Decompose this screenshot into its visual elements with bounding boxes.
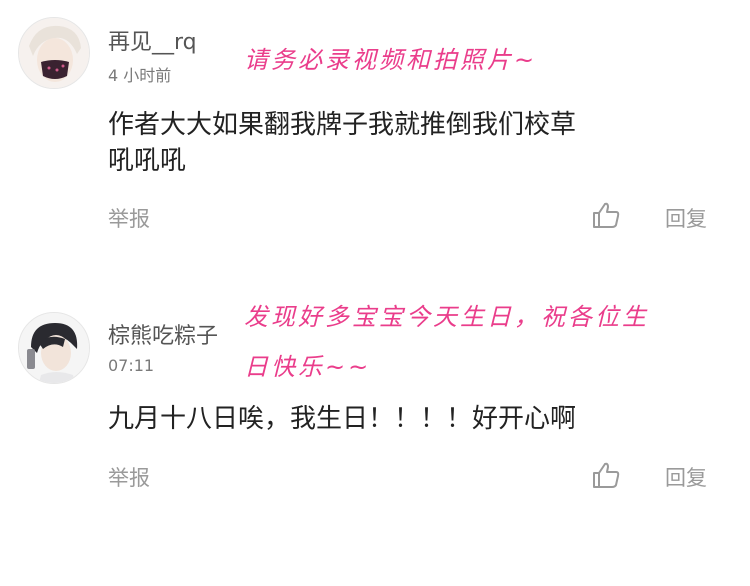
timestamp: 4 小时前	[108, 66, 172, 85]
handwritten-annotation: 发现好多宝宝今天生日，祝各位生 日快乐~~	[244, 303, 649, 381]
comment-body: 作者大大如果翻我牌子我就推倒我们校草 吼吼吼	[108, 110, 577, 176]
report-button[interactable]: 举报	[108, 203, 150, 233]
username[interactable]: 棕熊吃粽子	[108, 318, 218, 350]
user-avatar[interactable]	[18, 17, 90, 89]
report-button[interactable]: 举报	[108, 462, 150, 492]
thumbs-up-icon[interactable]	[590, 459, 622, 491]
user-avatar[interactable]	[18, 312, 90, 384]
reply-button[interactable]: 回复	[665, 203, 707, 233]
comment-body: 九月十八日唉，我生日！！！！好开心啊	[108, 404, 577, 434]
username[interactable]: 再见__rq	[108, 24, 197, 56]
reply-button[interactable]: 回复	[665, 462, 707, 492]
thumbs-up-icon[interactable]	[590, 199, 622, 231]
timestamp: 07:11	[108, 356, 155, 375]
handwritten-annotation: 请务必录视频和拍照片~	[244, 46, 538, 74]
